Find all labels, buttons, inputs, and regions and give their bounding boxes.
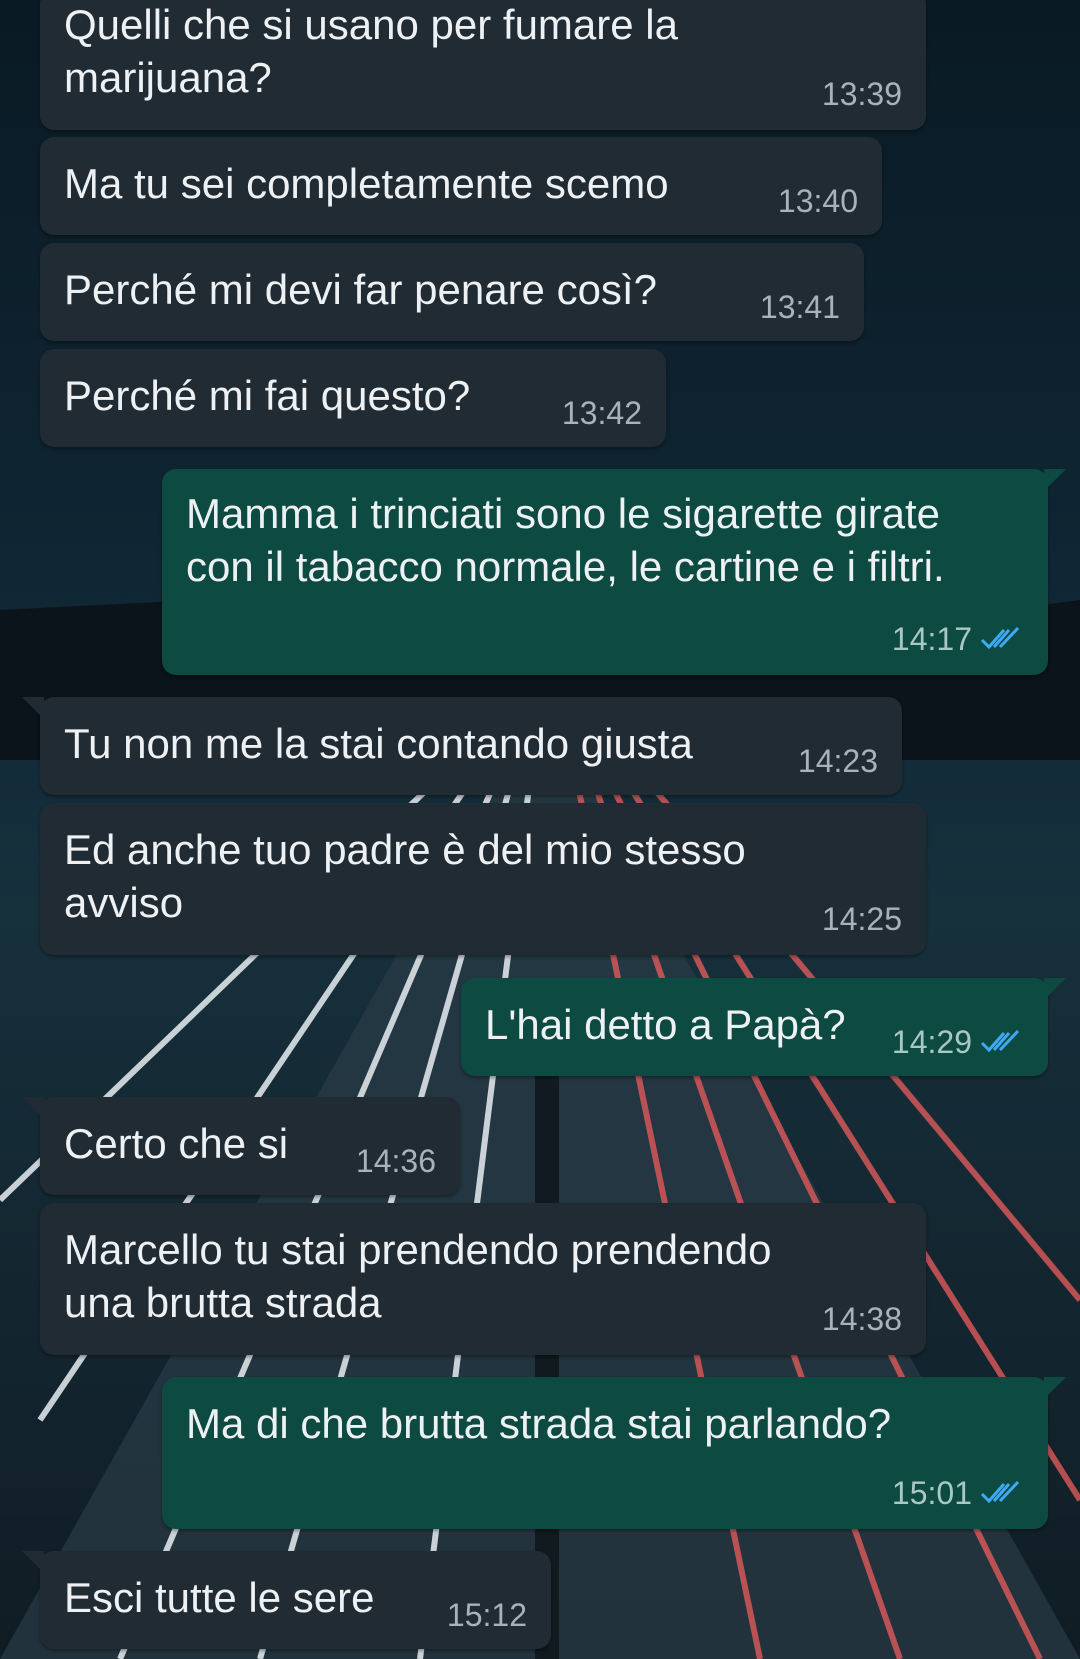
message-text: Perché mi fai questo? [64, 372, 471, 419]
message-time: 14:29 [891, 1024, 972, 1060]
message-time: 14:36 [355, 1143, 436, 1179]
message-text: Esci tutte le sere [64, 1574, 375, 1621]
message-text: Tu non me la stai contando giusta [64, 720, 693, 767]
message-text: Ed anche tuo padre è del mio stesso avvi… [64, 826, 746, 926]
message-text: Mamma i trinciati sono le sigarette gira… [186, 490, 945, 590]
message-time: 14:17 [891, 621, 972, 657]
message-time: 15:01 [891, 1475, 972, 1511]
message-incoming[interactable]: Quelli che si usano per fumare la mariju… [40, 0, 926, 130]
message-incoming[interactable]: Ed anche tuo padre è del mio stesso avvi… [40, 803, 926, 955]
message-time: 13:41 [759, 289, 840, 325]
message-text: Ma tu sei completamente scemo [64, 160, 669, 207]
message-time: 14:25 [821, 901, 902, 937]
message-time: 13:40 [777, 183, 858, 219]
double-check-read-icon [980, 1029, 1020, 1053]
message-time: 15:12 [446, 1597, 527, 1633]
message-time: 13:42 [561, 395, 642, 431]
message-time: 14:23 [797, 743, 878, 779]
bubble-tail [22, 1551, 44, 1573]
message-time: 14:38 [821, 1301, 902, 1337]
message-text: Perché mi devi far penare così? [64, 266, 657, 313]
message-outgoing[interactable]: L'hai detto a Papà? 14:29 [461, 978, 1066, 1076]
message-text: Marcello tu stai prendendo prendendo una… [64, 1226, 772, 1326]
bubble-tail [1044, 1377, 1066, 1399]
message-incoming[interactable]: Esci tutte le sere 15:12 [22, 1551, 551, 1649]
bubble-tail [22, 697, 44, 719]
double-check-read-icon [980, 1480, 1020, 1504]
bubble-tail [22, 1097, 44, 1119]
message-incoming[interactable]: Ma tu sei completamente scemo 13:40 [40, 137, 882, 235]
message-incoming[interactable]: Marcello tu stai prendendo prendendo una… [40, 1203, 926, 1355]
message-incoming[interactable]: Certo che si 14:36 [22, 1097, 460, 1195]
message-text: Certo che si [64, 1120, 289, 1167]
message-text: Ma di che brutta strada stai parlando? [186, 1400, 892, 1447]
chat-message-list[interactable]: Quelli che si usano per fumare la mariju… [0, 0, 1080, 1659]
double-check-read-icon [980, 626, 1020, 650]
message-outgoing[interactable]: Mamma i trinciati sono le sigarette gira… [162, 469, 1066, 675]
message-incoming[interactable]: Tu non me la stai contando giusta 14:23 [22, 697, 902, 795]
message-text: Quelli che si usano per fumare la mariju… [64, 1, 678, 101]
bubble-tail [1044, 978, 1066, 1000]
message-incoming[interactable]: Perché mi fai questo? 13:42 [40, 349, 666, 447]
message-text: L'hai detto a Papà? [485, 1001, 846, 1048]
message-incoming[interactable]: Perché mi devi far penare così? 13:41 [40, 243, 864, 341]
message-time: 13:39 [821, 76, 902, 112]
bubble-tail [1044, 469, 1066, 491]
message-outgoing[interactable]: Ma di che brutta strada stai parlando? 1… [162, 1377, 1066, 1529]
